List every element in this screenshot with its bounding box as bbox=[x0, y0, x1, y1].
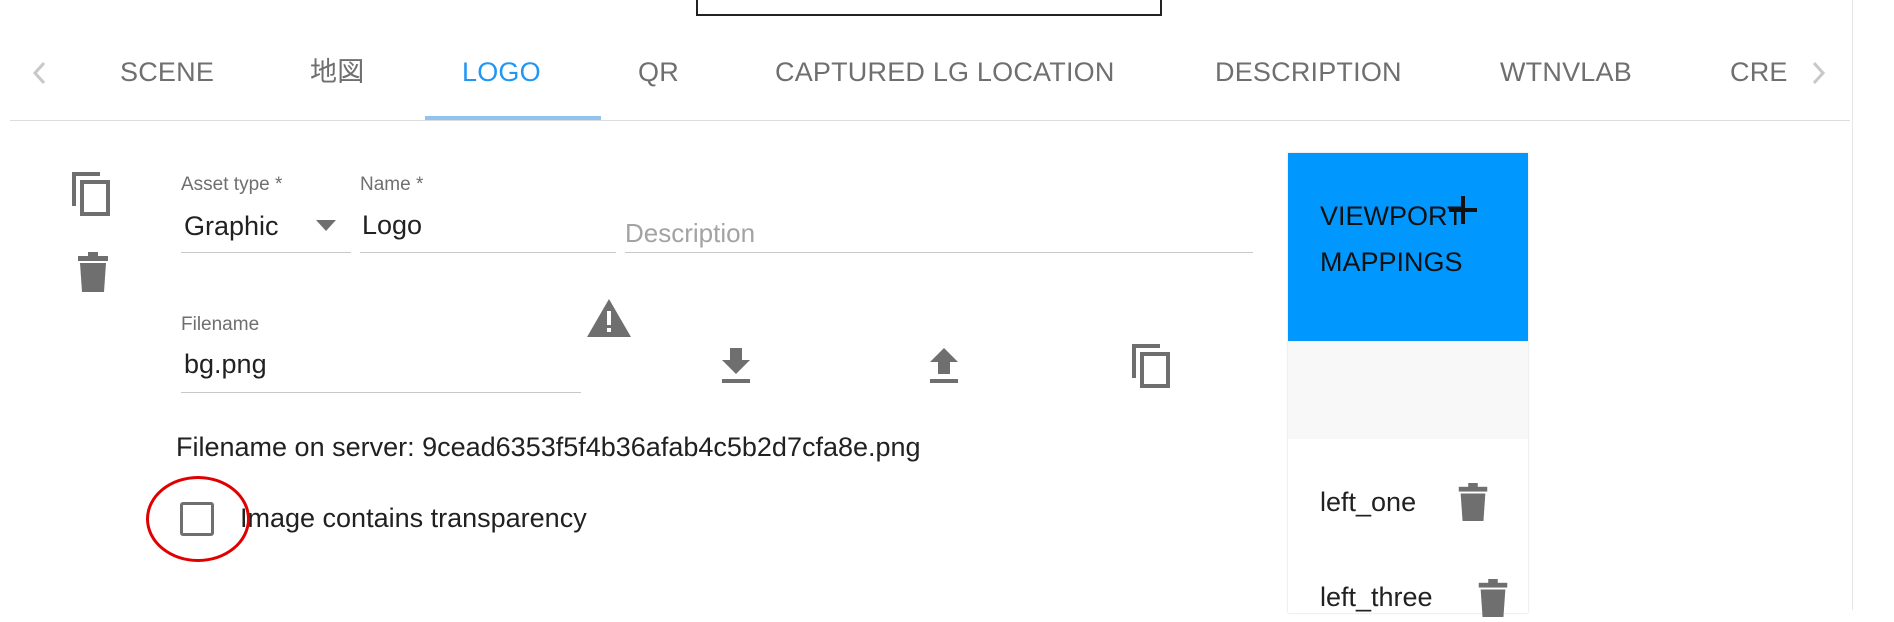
tab-wtnvlab[interactable]: WTNVLAB bbox=[1500, 36, 1632, 120]
trash-icon[interactable] bbox=[1458, 483, 1488, 526]
filename-underline bbox=[181, 392, 581, 393]
tab-logo[interactable]: LOGO bbox=[462, 36, 541, 120]
name-underline bbox=[360, 252, 616, 253]
asset-type-label: Asset type * bbox=[181, 174, 283, 195]
filename-field[interactable]: bg.png bbox=[184, 349, 267, 380]
name-label: Name * bbox=[360, 174, 424, 195]
scrollbar-border bbox=[1852, 0, 1853, 610]
name-field[interactable]: Logo bbox=[362, 210, 422, 241]
scrollbar-track[interactable] bbox=[1852, 0, 1894, 610]
copy-icon[interactable] bbox=[70, 170, 114, 223]
tab-qr[interactable]: QR bbox=[638, 36, 679, 120]
tab-cre[interactable]: CRE bbox=[1730, 36, 1788, 120]
chevron-right-icon[interactable] bbox=[1806, 58, 1830, 88]
asset-type-value[interactable]: Graphic bbox=[184, 211, 279, 242]
copy-icon[interactable] bbox=[1130, 342, 1174, 395]
description-field[interactable]: Description bbox=[625, 218, 755, 249]
trash-icon[interactable] bbox=[1478, 579, 1508, 622]
active-tab-indicator bbox=[425, 116, 601, 120]
plus-icon[interactable] bbox=[1446, 193, 1480, 227]
description-underline bbox=[625, 252, 1253, 253]
list-item[interactable]: left_three bbox=[1320, 582, 1433, 613]
warning-icon bbox=[586, 298, 632, 343]
viewport-mappings-spacer bbox=[1288, 341, 1528, 439]
filename-label: Filename bbox=[181, 314, 260, 335]
viewport-mappings-panel: VIEWPORT MAPPINGS left_one left_three bbox=[1288, 153, 1528, 617]
chevron-left-icon[interactable] bbox=[28, 58, 52, 88]
tab-scene[interactable]: SCENE bbox=[120, 36, 214, 120]
list-item[interactable]: left_one bbox=[1320, 487, 1416, 518]
transparency-label[interactable]: Image contains transparency bbox=[240, 503, 587, 534]
viewport-mappings-header: VIEWPORT MAPPINGS bbox=[1288, 153, 1528, 341]
highlight-circle bbox=[146, 476, 250, 562]
asset-type-underline bbox=[181, 252, 351, 253]
upload-icon[interactable] bbox=[928, 346, 960, 389]
tab-bar: SCENE 地図 LOGO QR CAPTURED LG LOCATION DE… bbox=[10, 36, 1850, 121]
tab-captured-lg-location[interactable]: CAPTURED LG LOCATION bbox=[775, 36, 1115, 120]
tab-description[interactable]: DESCRIPTION bbox=[1215, 36, 1402, 120]
download-icon[interactable] bbox=[720, 346, 752, 389]
trash-icon[interactable] bbox=[78, 252, 108, 297]
server-filename-text: Filename on server: 9cead6353f5f4b36afab… bbox=[176, 432, 921, 462]
tab-map[interactable]: 地図 bbox=[310, 36, 364, 120]
chevron-down-icon[interactable] bbox=[316, 219, 336, 237]
top-frame bbox=[696, 0, 1162, 16]
